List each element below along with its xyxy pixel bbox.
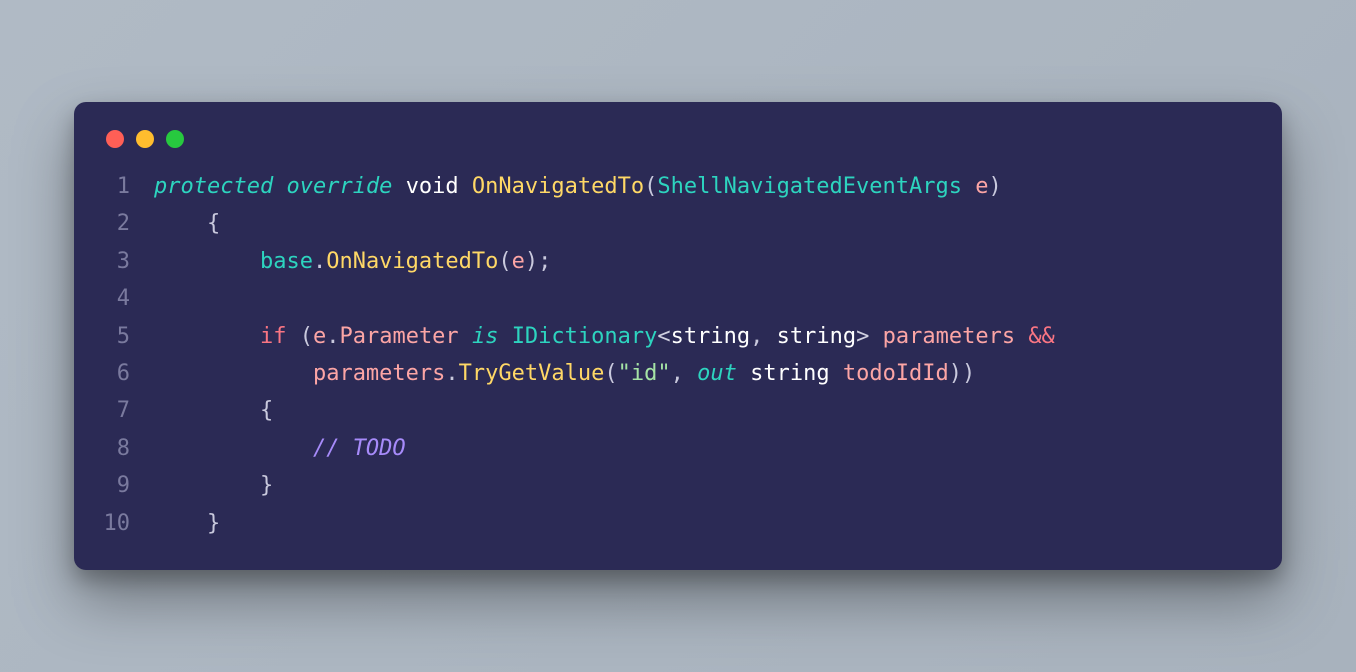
line-content: } <box>154 505 1254 542</box>
token: out <box>697 361 737 386</box>
token: && <box>1028 324 1055 349</box>
token: , <box>750 324 777 349</box>
line-number: 1 <box>102 168 154 205</box>
line-number: 9 <box>102 467 154 504</box>
token: e <box>975 174 988 199</box>
code-line: 9 } <box>102 467 1254 504</box>
token: } <box>154 511 220 536</box>
token: is <box>472 324 499 349</box>
code-line: 5 if (e.Parameter is IDictionary<string,… <box>102 318 1254 355</box>
token: OnNavigatedTo <box>472 174 644 199</box>
code-line: 1protected override void OnNavigatedTo(S… <box>102 168 1254 205</box>
token: OnNavigatedTo <box>326 249 498 274</box>
token <box>459 324 472 349</box>
token: Parameter <box>339 324 458 349</box>
line-content: if (e.Parameter is IDictionary<string, s… <box>154 318 1254 355</box>
token <box>392 174 405 199</box>
token: ( <box>644 174 657 199</box>
code-line: 2 { <box>102 205 1254 242</box>
line-content: // TODO <box>154 430 1254 467</box>
token: } <box>154 473 273 498</box>
token: todoIdId <box>843 361 949 386</box>
token <box>154 436 313 461</box>
token <box>962 174 975 199</box>
line-number: 7 <box>102 392 154 429</box>
token: > <box>856 324 869 349</box>
token: parameters <box>313 361 445 386</box>
line-number: 5 <box>102 318 154 355</box>
token <box>869 324 882 349</box>
line-content: { <box>154 205 1254 242</box>
line-number: 8 <box>102 430 154 467</box>
token: ); <box>525 249 552 274</box>
code-line: 8 // TODO <box>102 430 1254 467</box>
token <box>1015 324 1028 349</box>
line-content: base.OnNavigatedTo(e); <box>154 243 1254 280</box>
code-line: 4 <box>102 280 1254 317</box>
token: parameters <box>883 324 1015 349</box>
token <box>154 249 260 274</box>
line-number: 3 <box>102 243 154 280</box>
token: ( <box>498 249 511 274</box>
line-content: parameters.TryGetValue("id", out string … <box>154 355 1254 392</box>
token: TryGetValue <box>459 361 605 386</box>
token: ShellNavigatedEventArgs <box>657 174 962 199</box>
token: protected <box>154 174 273 199</box>
line-content <box>154 280 1254 317</box>
token: "id" <box>618 361 671 386</box>
code-line: 3 base.OnNavigatedTo(e); <box>102 243 1254 280</box>
token <box>830 361 843 386</box>
code-window: 1protected override void OnNavigatedTo(S… <box>74 102 1282 570</box>
token: e <box>313 324 326 349</box>
line-number: 4 <box>102 280 154 317</box>
token <box>459 174 472 199</box>
token: void <box>406 174 459 199</box>
code-block: 1protected override void OnNavigatedTo(S… <box>102 168 1254 542</box>
token: IDictionary <box>512 324 658 349</box>
token: string <box>750 361 829 386</box>
token: ) <box>989 174 1002 199</box>
token: . <box>326 324 339 349</box>
code-line: 7 { <box>102 392 1254 429</box>
token <box>154 324 260 349</box>
line-number: 6 <box>102 355 154 392</box>
token: { <box>154 398 273 423</box>
line-number: 10 <box>102 505 154 542</box>
token: base <box>260 249 313 274</box>
token: ( <box>286 324 313 349</box>
token: { <box>154 211 220 236</box>
line-content: } <box>154 467 1254 504</box>
maximize-icon[interactable] <box>166 130 184 148</box>
token: < <box>657 324 670 349</box>
line-content: protected override void OnNavigatedTo(Sh… <box>154 168 1254 205</box>
token: string <box>671 324 750 349</box>
token: override <box>286 174 392 199</box>
token: )) <box>949 361 976 386</box>
token <box>273 174 286 199</box>
line-content: { <box>154 392 1254 429</box>
minimize-icon[interactable] <box>136 130 154 148</box>
token: e <box>512 249 525 274</box>
token: . <box>445 361 458 386</box>
close-icon[interactable] <box>106 130 124 148</box>
token: ( <box>604 361 617 386</box>
token <box>498 324 511 349</box>
window-traffic-lights <box>102 126 1254 168</box>
token: , <box>671 361 698 386</box>
code-line: 10 } <box>102 505 1254 542</box>
token: string <box>777 324 856 349</box>
token <box>154 361 313 386</box>
token: if <box>260 324 287 349</box>
token: // TODO <box>313 436 406 461</box>
token <box>737 361 750 386</box>
line-number: 2 <box>102 205 154 242</box>
token: . <box>313 249 326 274</box>
code-line: 6 parameters.TryGetValue("id", out strin… <box>102 355 1254 392</box>
